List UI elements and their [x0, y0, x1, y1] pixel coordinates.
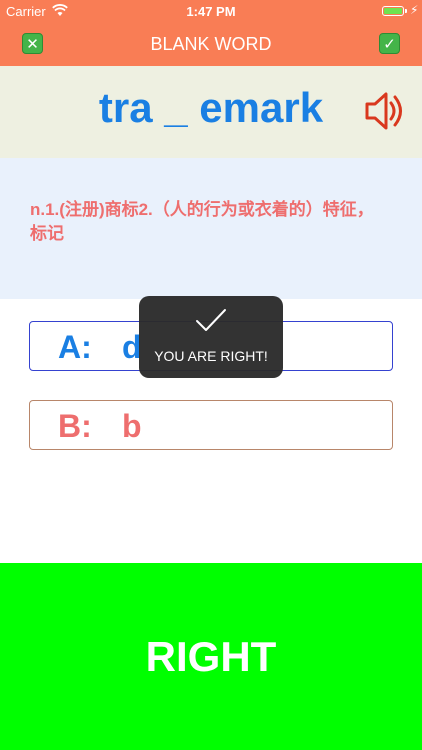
battery-cap: [405, 9, 407, 13]
charging-icon: ⚡: [410, 3, 419, 17]
check-icon: ✓: [383, 36, 396, 53]
speaker-icon[interactable]: [362, 88, 408, 134]
definition-panel: n.1.(注册)商标2.（人的行为或衣着的）特征，标记: [0, 158, 422, 299]
option-answer: b: [122, 408, 142, 444]
toast-message: YOU ARE RIGHT!: [154, 348, 268, 364]
result-text: RIGHT: [145, 633, 277, 680]
result-panel: RIGHT: [0, 563, 422, 750]
checkmark-icon: [196, 309, 226, 331]
option-letter: A:: [58, 329, 92, 365]
option-b-button[interactable]: B: b: [29, 400, 393, 450]
confirm-button[interactable]: ✓: [379, 33, 400, 54]
battery-icon: [382, 6, 404, 16]
definition-text: n.1.(注册)商标2.（人的行为或衣着的）特征，标记: [30, 200, 374, 243]
status-time: 1:47 PM: [186, 4, 236, 19]
nav-bar: ✕ BLANK WORD ✓: [0, 22, 422, 66]
screen: Carrier 1:47 PM ⚡ ✕ BLANK WORD ✓ tra _ e…: [0, 0, 422, 750]
word-panel: tra _ emark: [0, 66, 422, 158]
battery-fill: [384, 8, 402, 14]
page-title: BLANK WORD: [150, 34, 272, 54]
status-bar: Carrier 1:47 PM ⚡: [0, 0, 422, 22]
option-letter: B:: [58, 408, 92, 444]
blank-word: tra _ emark: [98, 84, 324, 131]
toast-popup: YOU ARE RIGHT!: [139, 296, 283, 378]
